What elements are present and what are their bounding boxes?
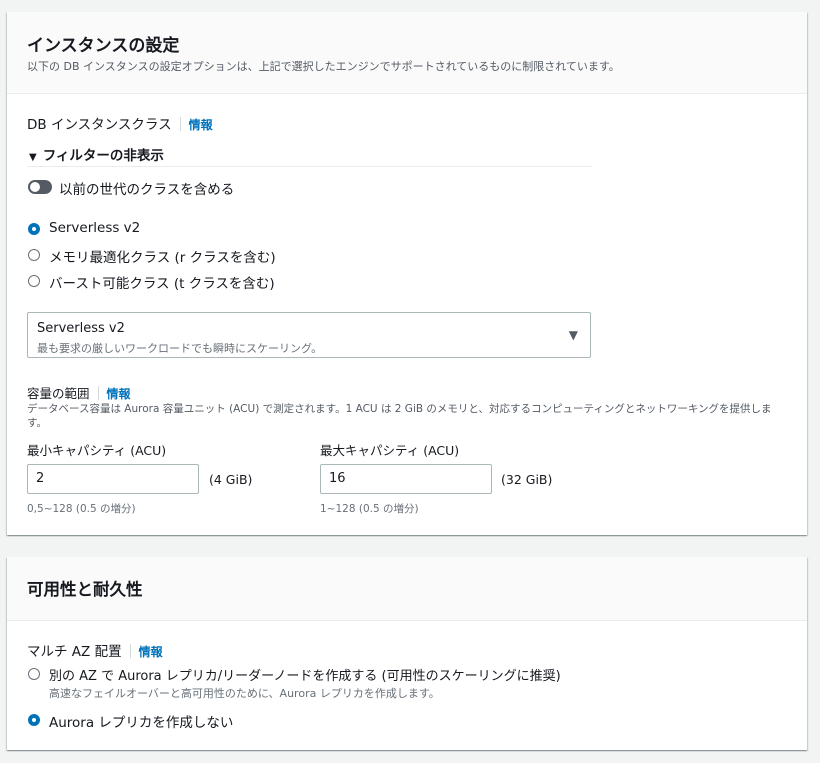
db-instance-class-label: DB インスタンスクラス xyxy=(27,117,172,133)
divider xyxy=(179,117,181,131)
instance-class-select[interactable]: Serverless v2 最も要求の厳しいワークロードでも瞬時にスケーリング。… xyxy=(27,312,591,358)
radio-burstable[interactable] xyxy=(28,275,40,287)
radio-label: 別の AZ で Aurora レプリカ/リーダーノードを作成する (可用性のスケ… xyxy=(49,669,561,684)
capacity-field: 容量の範囲 情報 xyxy=(27,383,131,402)
radio-description: 高速なフェイルオーバーと高可用性のために、Aurora レプリカを作成します。 xyxy=(49,687,440,700)
db-instance-class-field: DB インスタンスクラス 情報 xyxy=(27,113,213,133)
panel-header: インスタンスの設定 以下の DB インスタンスの設定オプションは、上記で選択した… xyxy=(7,12,807,94)
multi-az-field: マルチ AZ 配置 情報 xyxy=(27,640,163,660)
radio-label: Serverless v2 xyxy=(49,220,141,236)
radio-create-replica[interactable] xyxy=(28,668,40,680)
previous-gen-toggle-label: 以前の世代のクラスを含める xyxy=(59,182,235,198)
min-capacity-suffix: (4 GiB) xyxy=(209,472,253,487)
panel-header: 可用性と耐久性 xyxy=(7,557,807,621)
capacity-label: 容量の範囲 xyxy=(27,386,90,401)
max-capacity-suffix: (32 GiB) xyxy=(501,472,553,487)
previous-gen-toggle[interactable] xyxy=(28,180,52,194)
select-value: Serverless v2 xyxy=(37,321,125,336)
instance-settings-title: インスタンスの設定 xyxy=(27,36,180,56)
filter-toggle-label: フィルターの非表示 xyxy=(42,148,164,164)
toggle-knob xyxy=(30,182,40,192)
availability-title: 可用性と耐久性 xyxy=(27,580,143,599)
caret-down-icon: ▼ xyxy=(29,152,37,163)
availability-panel: 可用性と耐久性 マルチ AZ 配置 情報 別の AZ で Aurora レプリカ/… xyxy=(7,557,807,750)
instance-settings-panel: インスタンスの設定 以下の DB インスタンスの設定オプションは、上記で選択した… xyxy=(7,12,807,535)
max-capacity-label: 最大キャパシティ (ACU) xyxy=(320,443,460,458)
capacity-description: データベース容量は Aurora 容量ユニット (ACU) で測定されます。1 … xyxy=(27,403,772,429)
divider xyxy=(129,644,131,658)
filter-divider xyxy=(27,166,592,167)
multi-az-label: マルチ AZ 配置 xyxy=(27,644,122,660)
min-capacity-hint: 0,5~128 (0.5 の増分) xyxy=(27,503,136,515)
select-description: 最も要求の厳しいワークロードでも瞬時にスケーリング。 xyxy=(37,342,323,355)
instance-settings-description: 以下の DB インスタンスの設定オプションは、上記で選択したエンジンでサポートさ… xyxy=(27,60,620,73)
radio-label: メモリ最適化クラス (r クラスを含む) xyxy=(49,250,276,266)
radio-label: Aurora レプリカを作成しない xyxy=(49,715,234,731)
radio-label: バースト可能クラス (t クラスを含む) xyxy=(49,276,275,292)
min-capacity-input[interactable]: 2 xyxy=(27,464,199,494)
max-capacity-hint: 1~128 (0.5 の増分) xyxy=(320,503,419,515)
info-link[interactable]: 情報 xyxy=(189,118,213,132)
info-link[interactable]: 情報 xyxy=(107,387,131,401)
radio-no-replica[interactable] xyxy=(28,714,40,726)
radio-memory-optimized[interactable] xyxy=(28,249,40,261)
info-link[interactable]: 情報 xyxy=(139,645,163,659)
divider xyxy=(97,386,99,400)
filter-toggle[interactable]: ▼ フィルターの非表示 xyxy=(29,144,164,164)
caret-down-icon: ▼ xyxy=(568,328,578,342)
min-capacity-label: 最小キャパシティ (ACU) xyxy=(27,443,167,458)
max-capacity-input[interactable]: 16 xyxy=(320,464,492,494)
radio-serverless-v2[interactable] xyxy=(28,223,40,235)
